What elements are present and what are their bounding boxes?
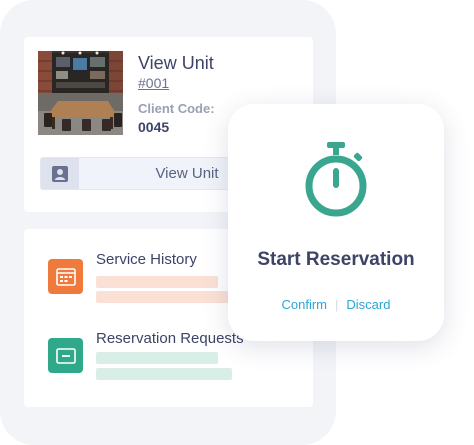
stopwatch-icon [305, 142, 367, 217]
popup-title: Start Reservation [257, 249, 415, 270]
client-code-value: 0045 [138, 119, 170, 135]
service-history-placeholder-bar-2 [96, 291, 232, 303]
discard-link[interactable]: Discard [346, 297, 390, 312]
action-divider: | [335, 297, 339, 312]
reservation-requests-title[interactable]: Reservation Requests [96, 330, 244, 347]
client-code-label: Client Code: [138, 101, 215, 116]
reservation-requests-placeholder-bar-2 [96, 368, 232, 380]
calendar-icon [48, 259, 83, 294]
card-icon [48, 338, 83, 373]
unit-photo [38, 51, 123, 135]
popup-actions: Confirm | Discard [228, 297, 444, 312]
unit-title: View Unit [138, 53, 214, 73]
service-history-placeholder-bar-1 [96, 276, 218, 288]
confirm-link[interactable]: Confirm [282, 297, 328, 312]
service-history-title[interactable]: Service History [96, 251, 197, 268]
office-interior-image [38, 51, 123, 135]
start-reservation-popup: Start Reservation Confirm | Discard [228, 104, 444, 341]
reservation-requests-placeholder-bar-1 [96, 352, 218, 364]
unit-id-link[interactable]: #001 [138, 75, 169, 91]
user-card-icon [41, 158, 79, 189]
